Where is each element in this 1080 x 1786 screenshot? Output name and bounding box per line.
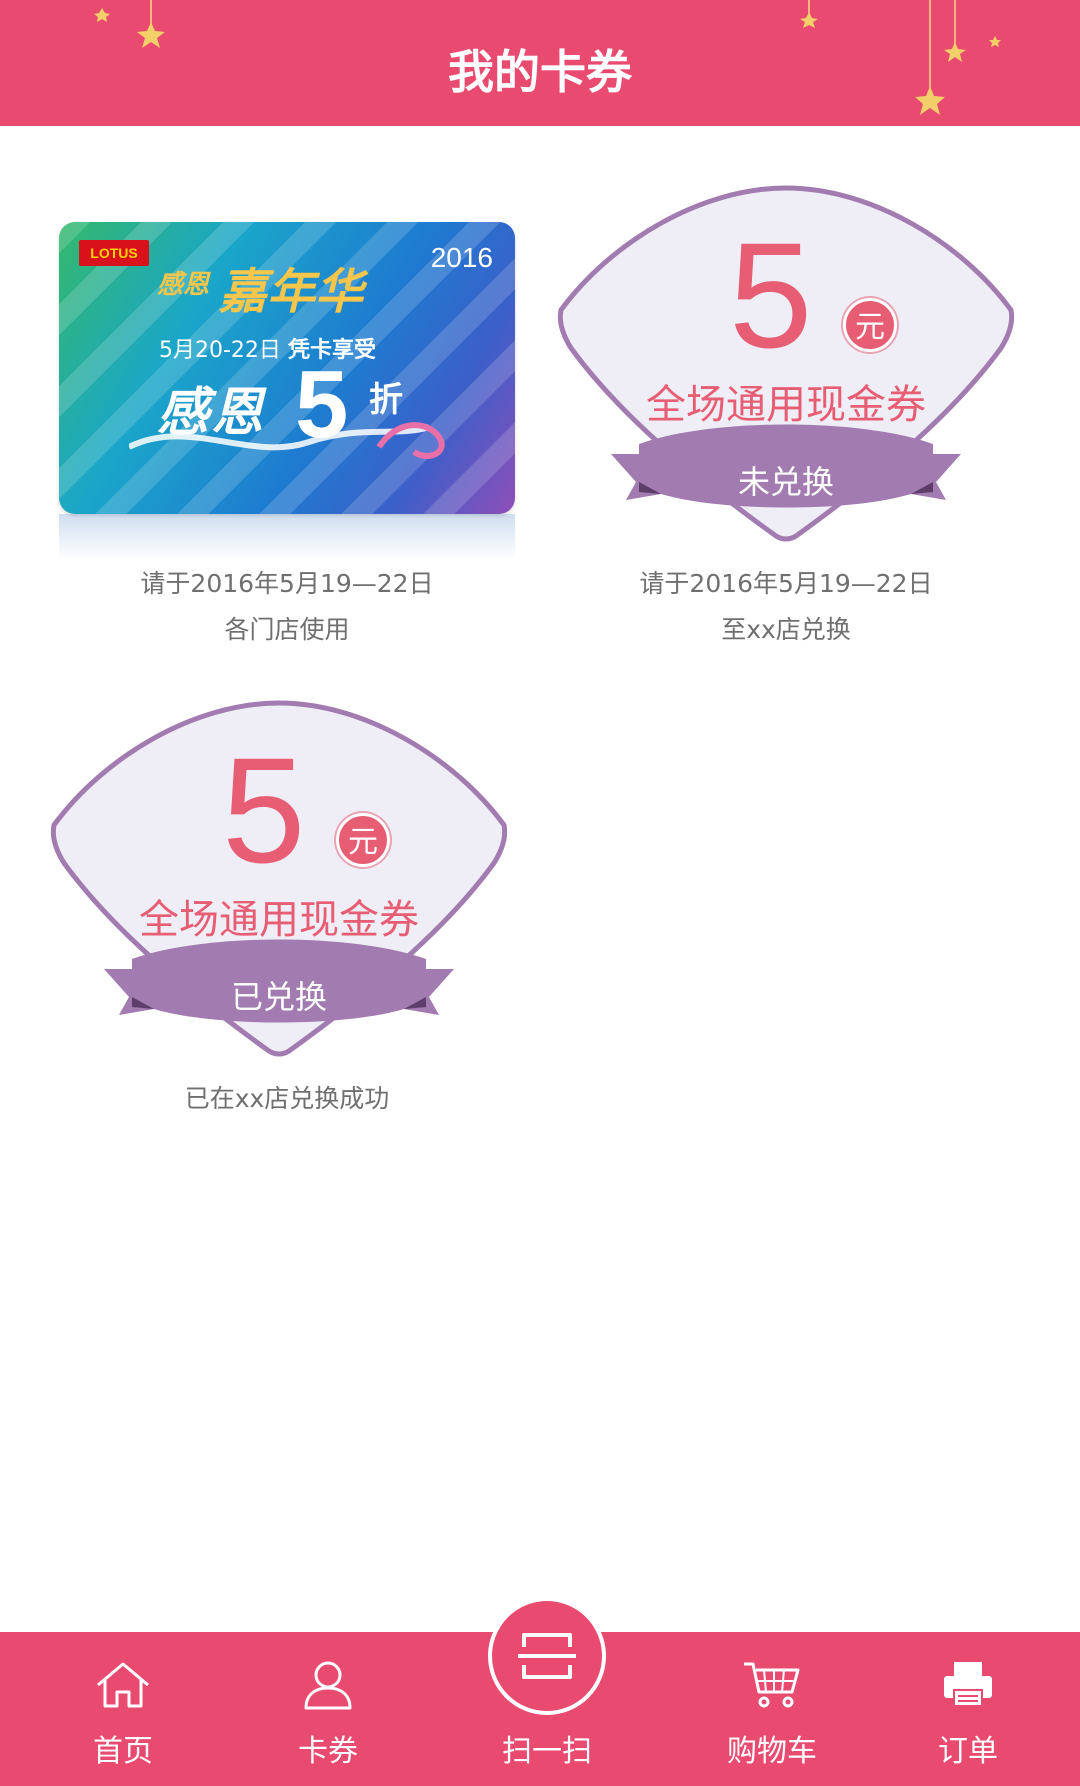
gift-card-reflection [59, 514, 515, 560]
nav-item-home[interactable]: 首页 [63, 1632, 183, 1786]
coupon-unit: 元 [336, 813, 390, 867]
cart-icon [744, 1662, 800, 1708]
caption-line: 已在xx店兑换成功 [184, 1084, 390, 1113]
coupon-badge[interactable]: 5 元 全场通用现金券 已兑换 [44, 697, 514, 1067]
card-title-big: 嘉年华 [219, 264, 364, 320]
coupon-status: 未兑换 [737, 463, 834, 501]
caption-line: 请于2016年5月19—22日 [140, 569, 434, 598]
coupon-unit: 元 [843, 298, 897, 352]
scan-icon [518, 1633, 576, 1679]
coupon-description: 全场通用现金券 [139, 897, 419, 943]
coupon-description: 全场通用现金券 [646, 382, 926, 428]
caption-line: 至xx店兑换 [721, 615, 851, 644]
card-year: 2016 [430, 242, 493, 273]
card-title-small: 感恩 [157, 270, 210, 300]
nav-label: 购物车 [727, 1734, 817, 1769]
lotus-logo: LOTUS [79, 240, 149, 266]
coupon-amount: 5 [222, 726, 306, 894]
nav-item-cards[interactable]: 卡券 [268, 1632, 388, 1786]
nav-label: 卡券 [298, 1734, 358, 1769]
nav-label-scan[interactable]: 扫一扫 [487, 1726, 607, 1770]
nav-label: 订单 [938, 1734, 998, 1769]
coupon-status: 已兑换 [230, 978, 327, 1016]
printer-icon [944, 1662, 992, 1707]
coupon-amount: 5 [729, 211, 813, 379]
gift-card-caption: 请于2016年5月19—22日 各门店使用 [59, 561, 515, 653]
coupon-caption: 已在xx店兑换成功 [59, 1076, 515, 1122]
card-date-range: 5月20-22日 [159, 338, 281, 363]
gift-card-image[interactable]: LOTUS 2016 感恩 嘉年华 5月20-22日 凭卡享受 感恩 5 折 [59, 222, 515, 514]
user-icon [304, 1661, 352, 1710]
coupon-caption: 请于2016年5月19—22日 至xx店兑换 [551, 561, 1021, 653]
page-title: 我的卡券 [448, 45, 632, 99]
header-bar: 我的卡券 [0, 0, 1080, 126]
nav-item-orders[interactable]: 订单 [908, 1632, 1028, 1786]
home-icon [97, 1662, 149, 1708]
caption-line: 各门店使用 [224, 615, 350, 644]
ribbon-swash-icon [129, 422, 445, 459]
scan-button[interactable] [488, 1597, 606, 1715]
caption-line: 请于2016年5月19—22日 [639, 569, 933, 598]
nav-item-cart[interactable]: 购物车 [712, 1632, 832, 1786]
nav-label: 首页 [93, 1734, 153, 1769]
coupon-badge[interactable]: 5 元 全场通用现金券 未兑换 [551, 182, 1021, 552]
